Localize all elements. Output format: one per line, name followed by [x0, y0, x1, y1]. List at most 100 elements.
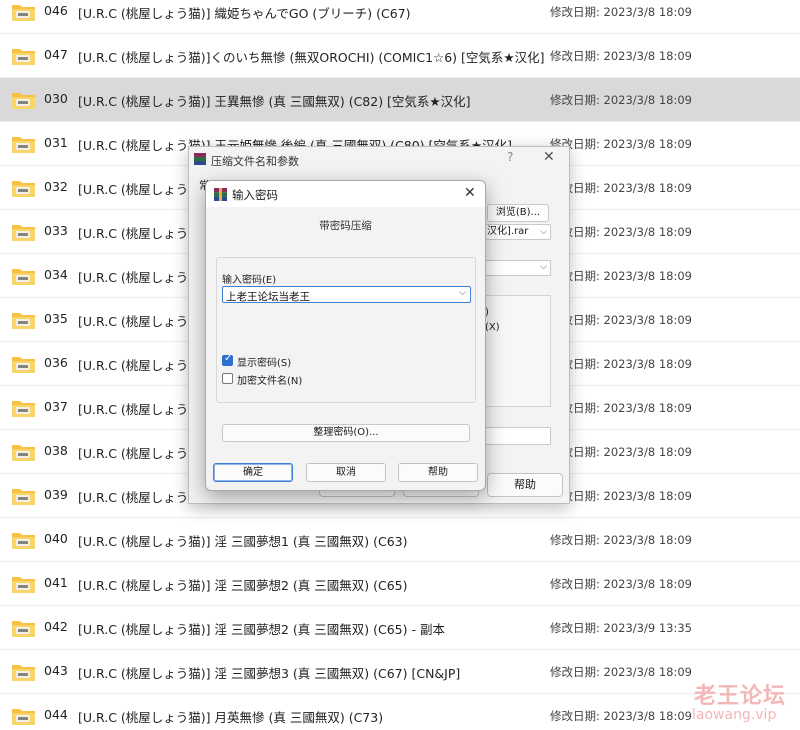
file-number: 036 — [44, 355, 68, 370]
password-input[interactable]: 上老王论坛当老王 ⌵ — [222, 286, 471, 303]
file-number: 034 — [44, 267, 68, 282]
option-label: (X) — [485, 322, 500, 333]
close-icon[interactable]: ✕ — [464, 185, 476, 201]
file-modified-date: 修改日期: 2023/3/8 18:09 — [550, 357, 692, 371]
password-label: 输入密码(E) — [222, 275, 277, 286]
file-modified-date: 修改日期: 2023/3/8 18:09 — [550, 665, 692, 679]
file-number: 030 — [44, 91, 68, 106]
update-mode-select[interactable]: ⌵ — [485, 260, 551, 276]
winrar-logo-icon — [194, 153, 206, 165]
file-name: [U.R.C (桃屋しょう猫)] 王異無慘 (真 三國無双) (C82) [空気… — [78, 94, 471, 109]
file-number: 042 — [44, 619, 68, 634]
file-name: [U.R.C (桃屋しょう猫 — [78, 402, 201, 417]
file-name: [U.R.C (桃屋しょう猫 — [78, 182, 201, 197]
folder-icon — [12, 709, 35, 725]
file-modified-date: 修改日期: 2023/3/8 18:09 — [550, 5, 692, 19]
file-name: [U.R.C (桃屋しょう猫)] 淫 三國夢想2 (真 三國無双) (C65) … — [78, 622, 445, 637]
encrypt-filenames-checkbox[interactable] — [222, 373, 233, 384]
file-number: 032 — [44, 179, 68, 194]
file-name: [U.R.C (桃屋しょう猫)] 淫 三國夢想1 (真 三國無双) (C63) — [78, 534, 408, 549]
folder-icon — [12, 665, 35, 681]
file-name: [U.R.C (桃屋しょう猫 — [78, 270, 201, 285]
file-row[interactable]: 046 [U.R.C (桃屋しょう猫)] 織姫ちゃんでGO (ブリーチ) (C67… — [0, 0, 800, 34]
file-modified-date: 修改日期: 2023/3/8 18:09 — [550, 269, 692, 283]
file-row[interactable]: 041 [U.R.C (桃屋しょう猫)] 淫 三國夢想2 (真 三國無双) (C6… — [0, 562, 800, 606]
encrypt-filenames-label[interactable]: 加密文件名(N) — [237, 372, 302, 387]
file-number: 035 — [44, 311, 68, 326]
file-row[interactable]: 042 [U.R.C (桃屋しょう猫)] 淫 三國夢想2 (真 三國無双) (C6… — [0, 606, 800, 650]
help-button[interactable]: 帮助 — [398, 463, 478, 482]
chevron-down-icon: ⌵ — [540, 227, 547, 237]
folder-icon — [12, 269, 35, 285]
file-row[interactable]: 044 [U.R.C (桃屋しょう猫)] 月英無慘 (真 三國無双) (C73) 修… — [0, 694, 800, 730]
file-name: [U.R.C (桃屋しょう猫 — [78, 226, 201, 241]
close-icon[interactable]: ✕ — [543, 149, 555, 165]
watermark-text: 老王论坛 — [694, 684, 787, 709]
file-row[interactable]: 043 [U.R.C (桃屋しょう猫)] 淫 三國夢想3 (真 三國無双) (C6… — [0, 650, 800, 694]
dialog-heading: 带密码压缩 — [319, 220, 372, 232]
organize-passwords-button[interactable]: 整理密码(O)... — [222, 424, 470, 442]
file-modified-date: 修改日期: 2023/3/8 18:09 — [550, 577, 692, 591]
file-name: [U.R.C (桃屋しょう猫)] 淫 三國夢想2 (真 三國無双) (C65) — [78, 578, 408, 593]
file-name: [U.R.C (桃屋しょう猫 — [78, 446, 201, 461]
file-name: [U.R.C (桃屋しょう猫)]くのいち無慘 (無双OROCHI) (COMIC… — [78, 50, 545, 65]
folder-icon — [12, 533, 35, 549]
file-number: 037 — [44, 399, 68, 414]
folder-icon — [12, 5, 35, 21]
file-name: [U.R.C (桃屋しょう猫 — [78, 358, 201, 373]
file-modified-date: 修改日期: 2023/3/8 18:09 — [550, 401, 692, 415]
folder-icon — [12, 49, 35, 65]
cancel-button[interactable]: 取消 — [306, 463, 386, 482]
file-row[interactable]: 030 [U.R.C (桃屋しょう猫)] 王異無慘 (真 三國無双) (C82) … — [0, 78, 800, 122]
dialog-title: 输入密码 — [232, 188, 278, 202]
file-name: [U.R.C (桃屋しょう猫)] 月英無慘 (真 三國無双) (C73) — [78, 710, 384, 725]
file-number: 047 — [44, 47, 68, 62]
password-value: 上老王论坛当老王 — [226, 291, 310, 303]
folder-icon — [12, 577, 35, 593]
help-icon[interactable]: ? — [507, 150, 513, 164]
desktop: 046 [U.R.C (桃屋しょう猫)] 織姫ちゃんでGO (ブリーチ) (C67… — [0, 0, 800, 730]
file-modified-date: 修改日期: 2023/3/8 18:09 — [550, 181, 692, 195]
file-modified-date: 修改日期: 2023/3/8 18:09 — [550, 533, 692, 547]
file-modified-date: 修改日期: 2023/3/8 18:09 — [550, 93, 692, 107]
folder-icon — [12, 401, 35, 417]
file-number: 046 — [44, 3, 68, 18]
file-number: 031 — [44, 135, 68, 150]
split-volume-field[interactable] — [485, 427, 551, 445]
file-name: [U.R.C (桃屋しょう猫)] 淫 三國夢想3 (真 三國無双) (C67) … — [78, 666, 461, 681]
file-modified-date: 修改日期: 2023/3/8 18:09 — [550, 137, 692, 151]
winrar-logo-icon — [214, 188, 227, 201]
file-name: [U.R.C (桃屋しょう猫 — [78, 490, 201, 505]
folder-icon — [12, 137, 35, 153]
file-modified-date: 修改日期: 2023/3/9 13:35 — [550, 621, 692, 635]
chevron-down-icon[interactable]: ⌵ — [459, 288, 466, 298]
dialog-title: 压缩文件名和参数 — [211, 155, 299, 168]
file-modified-date: 修改日期: 2023/3/8 18:09 — [550, 225, 692, 239]
help-button[interactable]: 帮助 — [487, 473, 563, 497]
file-modified-date: 修改日期: 2023/3/8 18:09 — [550, 709, 692, 723]
file-name: [U.R.C (桃屋しょう猫)] 織姫ちゃんでGO (ブリーチ) (C67) — [78, 6, 411, 21]
file-modified-date: 修改日期: 2023/3/8 18:09 — [550, 489, 692, 503]
file-modified-date: 修改日期: 2023/3/8 18:09 — [550, 445, 692, 459]
archive-options-group — [485, 295, 551, 407]
folder-icon — [12, 445, 35, 461]
show-password-checkbox[interactable] — [222, 353, 233, 366]
file-row[interactable]: 040 [U.R.C (桃屋しょう猫)] 淫 三國夢想1 (真 三國無双) (C6… — [0, 518, 800, 562]
file-number: 040 — [44, 531, 68, 546]
folder-icon — [12, 313, 35, 329]
file-modified-date: 修改日期: 2023/3/8 18:09 — [550, 49, 692, 63]
file-number: 043 — [44, 663, 68, 678]
watermark-url: laowang.vip — [692, 707, 777, 723]
folder-icon — [12, 225, 35, 241]
file-name: [U.R.C (桃屋しょう猫 — [78, 314, 201, 329]
folder-icon — [12, 489, 35, 505]
show-password-label[interactable]: 显示密码(S) — [237, 354, 291, 369]
ok-button[interactable]: 确定 — [213, 463, 293, 482]
file-row[interactable]: 047 [U.R.C (桃屋しょう猫)]くのいち無慘 (無双OROCHI) (CO… — [0, 34, 800, 78]
password-dialog: 输入密码 ✕ 带密码压缩 输入密码(E) 上老王论坛当老王 ⌵ 显示密码(S) … — [205, 180, 486, 491]
browse-button[interactable]: 浏览(B)... — [487, 204, 549, 222]
chevron-down-icon: ⌵ — [540, 262, 547, 272]
folder-icon — [12, 93, 35, 109]
folder-icon — [12, 357, 35, 373]
archive-name-field[interactable]: ★汉化].rar ⌵ — [475, 224, 551, 240]
